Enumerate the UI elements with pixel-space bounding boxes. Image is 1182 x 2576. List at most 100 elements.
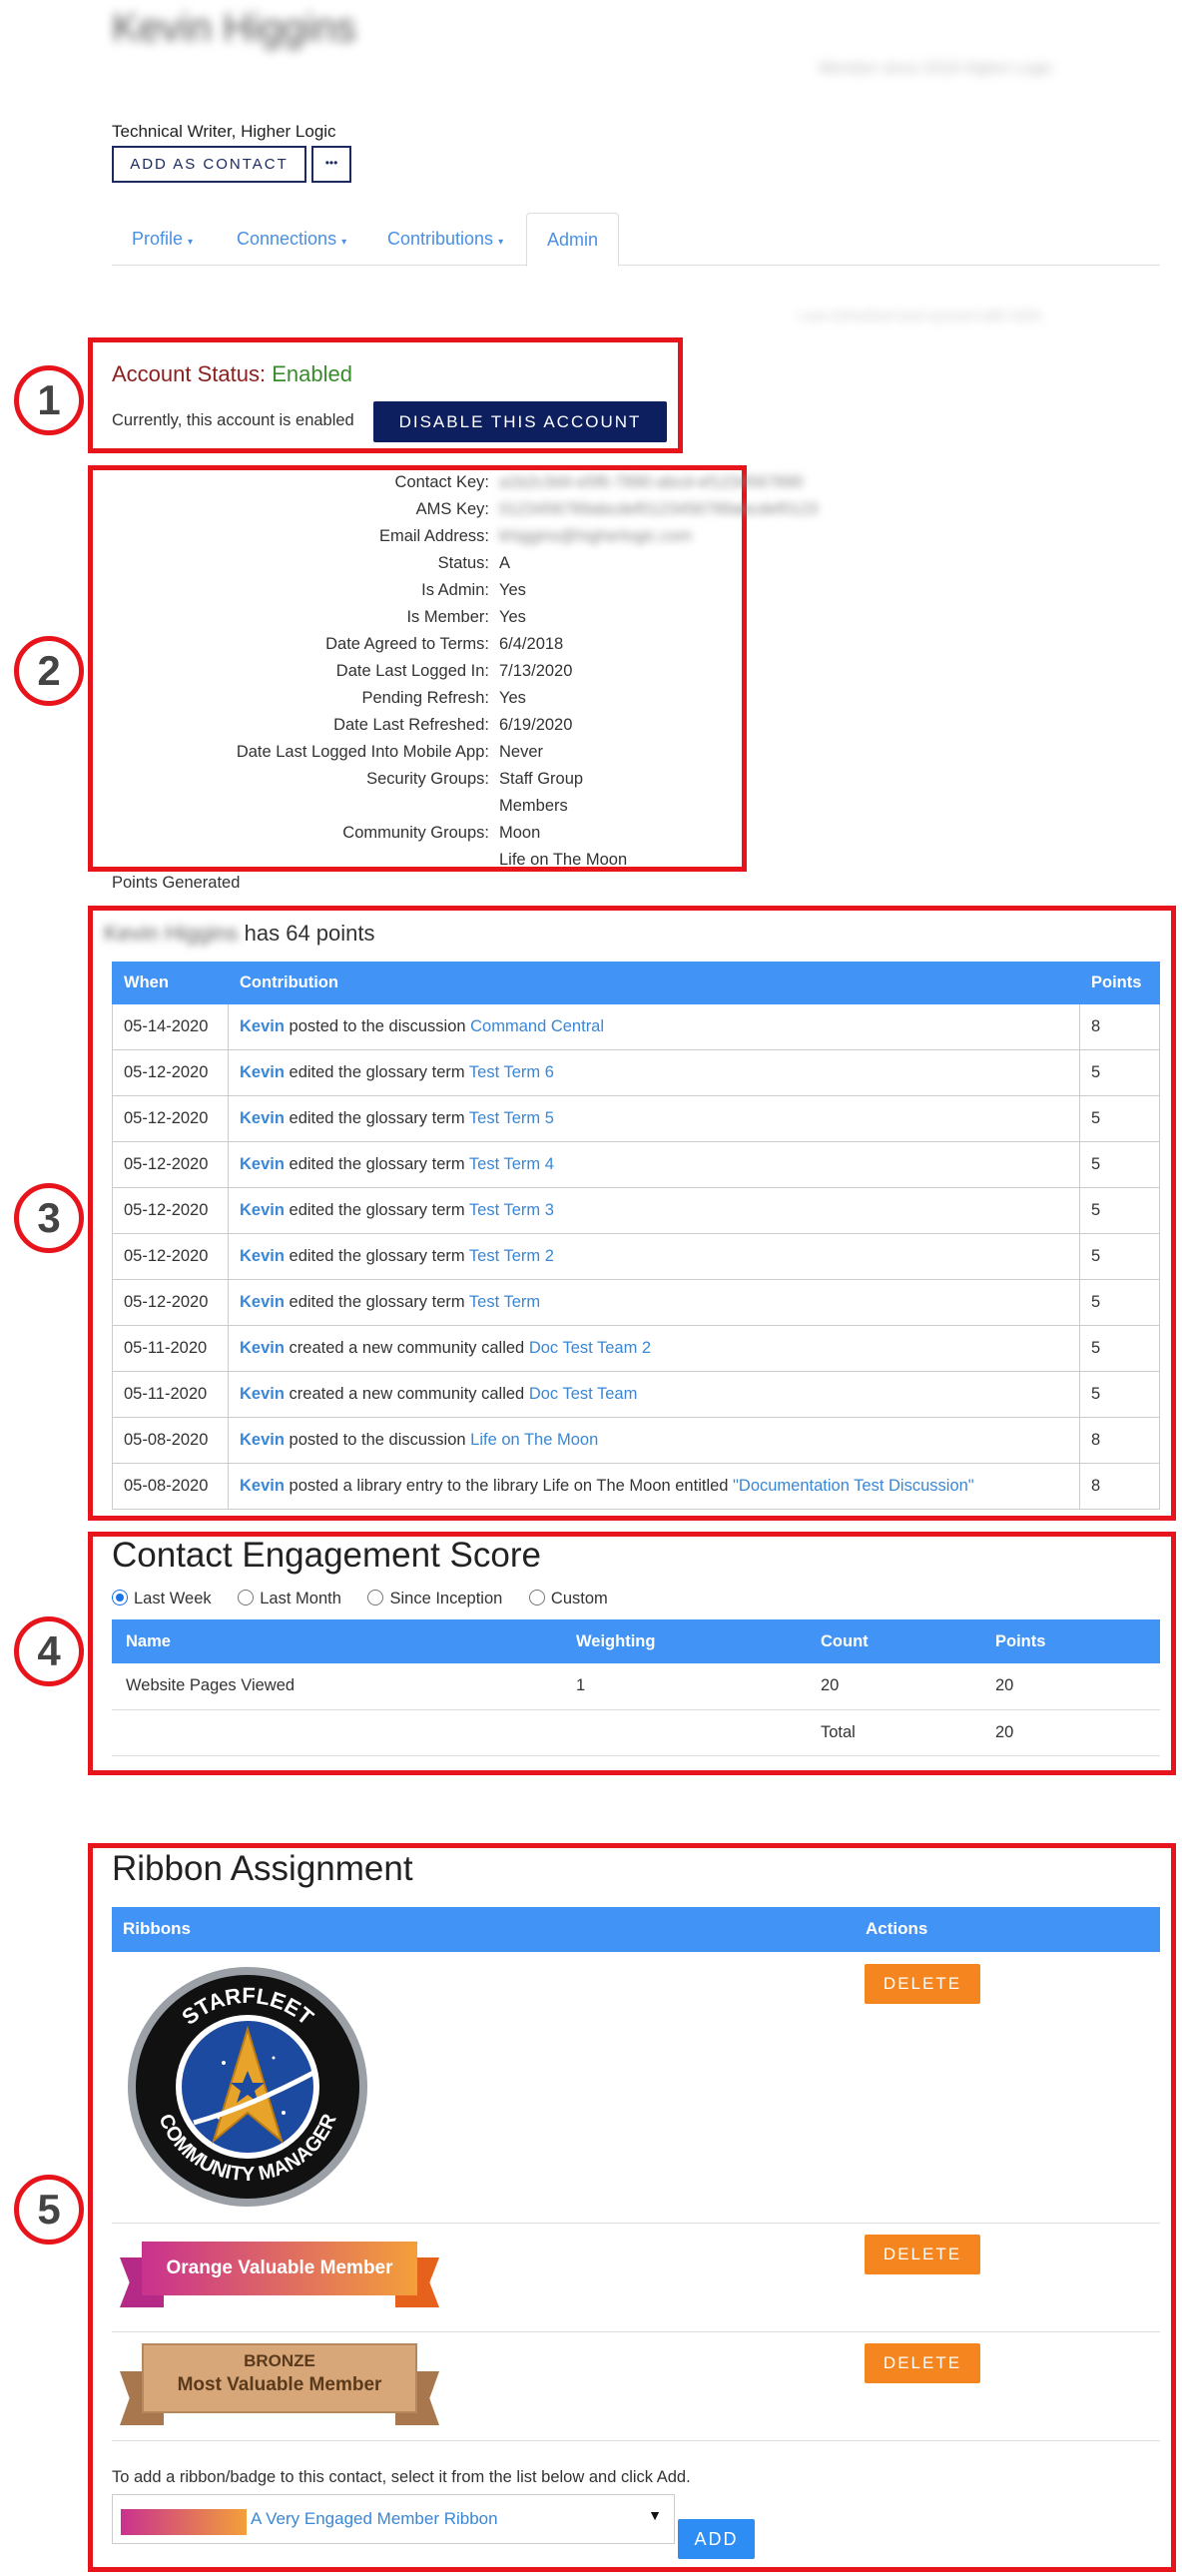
delete-ribbon-button[interactable]: DELETE	[865, 1964, 980, 2004]
detail-row: Date Last Refreshed: 6/19/2020	[112, 716, 741, 743]
profile-title: Technical Writer, Higher Logic	[112, 122, 336, 141]
user-link[interactable]: Kevin	[240, 1477, 285, 1495]
chevron-down-icon: ▼	[648, 2507, 662, 2523]
annotation-5: 5	[14, 2175, 84, 2245]
delete-ribbon-button[interactable]: DELETE	[865, 2235, 980, 2274]
cell-points: 8	[1079, 1463, 1160, 1510]
ribbon-title: Ribbon Assignment	[112, 1849, 413, 1888]
radio-selected-icon	[112, 1590, 128, 1606]
target-link[interactable]: Test Term 4	[469, 1155, 554, 1173]
add-contact-button[interactable]: ADD AS CONTACT	[112, 146, 306, 183]
user-link[interactable]: Kevin	[240, 1155, 285, 1173]
cell-when: 05-12-2020	[112, 1279, 229, 1326]
action-text: edited the glossary term	[284, 1063, 469, 1081]
cell-contribution: Kevin created a new community called Doc…	[228, 1371, 1080, 1418]
target-link[interactable]: Test Term 2	[469, 1247, 554, 1265]
account-note: Currently, this account is enabled	[112, 411, 354, 429]
detail-value: Life on The Moon	[499, 851, 628, 869]
user-link[interactable]: Kevin	[240, 1247, 285, 1265]
target-link[interactable]: Doc Test Team	[529, 1385, 638, 1403]
target-link[interactable]: "Documentation Test Discussion"	[733, 1477, 974, 1495]
caret-down-icon: ▾	[498, 237, 504, 248]
action-text: edited the glossary term	[284, 1201, 469, 1219]
detail-row: Status: A	[112, 554, 741, 581]
cell-points: 5	[1079, 1187, 1160, 1234]
detail-label: AMS Key:	[415, 500, 489, 518]
target-link[interactable]: Doc Test Team 2	[529, 1339, 651, 1357]
cell-points: 5	[1079, 1325, 1160, 1372]
delete-ribbon-button[interactable]: DELETE	[865, 2343, 980, 2383]
target-link[interactable]: Command Central	[470, 1017, 604, 1035]
user-link[interactable]: Kevin	[240, 1017, 285, 1035]
target-link[interactable]: Test Term 5	[469, 1109, 554, 1127]
detail-label: Date Agreed to Terms:	[325, 635, 489, 653]
cell-weighting: 1	[562, 1663, 807, 1710]
user-link[interactable]: Kevin	[240, 1339, 285, 1357]
detail-row: Date Last Logged In: 7/13/2020	[112, 662, 741, 689]
radio-icon	[367, 1590, 384, 1606]
detail-value: Yes	[499, 608, 526, 626]
detail-label: Email Address:	[378, 527, 489, 545]
annotation-2: 2	[14, 636, 84, 706]
disable-account-button[interactable]: DISABLE THIS ACCOUNT	[373, 401, 667, 442]
tab-profile[interactable]: Profile ▾	[112, 213, 213, 266]
detail-value: khiggins@higherlogic.com	[499, 527, 692, 545]
detail-value: Yes	[499, 581, 526, 599]
detail-row: Contact Key: a1b2c3d4-e5f6-7890-abcd-ef12…	[112, 473, 804, 500]
cell-when: 05-12-2020	[112, 1141, 229, 1188]
tab-connections[interactable]: Connections ▾	[217, 213, 366, 266]
range-since-inception[interactable]: Since Inception	[367, 1590, 502, 1608]
ribbon-instructions: To add a ribbon/badge to this contact, s…	[112, 2468, 691, 2486]
detail-value: Staff Group	[499, 770, 584, 788]
cell-when: 05-12-2020	[112, 1233, 229, 1280]
add-ribbon-button[interactable]: ADD	[678, 2519, 755, 2559]
target-link[interactable]: Life on The Moon	[470, 1431, 598, 1449]
user-link[interactable]: Kevin	[240, 1109, 285, 1127]
detail-value: 0123456789abcdef0123456789abcdef0123	[499, 500, 819, 518]
user-link[interactable]: Kevin	[240, 1063, 285, 1081]
user-link[interactable]: Kevin	[240, 1293, 285, 1311]
ribbon-select[interactable]: A Very Engaged Member Ribbon ▼	[112, 2494, 675, 2544]
table-row: 05-11-2020 Kevin created a new community …	[112, 1325, 1160, 1372]
cell-when: 05-11-2020	[112, 1325, 229, 1372]
cell-contribution: Kevin edited the glossary term Test Term…	[228, 1187, 1080, 1234]
detail-row: AMS Key: 0123456789abcdef0123456789abcdef…	[112, 500, 819, 527]
target-link[interactable]: Test Term 3	[469, 1201, 554, 1219]
tab-admin[interactable]: Admin	[526, 213, 620, 267]
user-link[interactable]: Kevin	[240, 1431, 285, 1449]
action-text: edited the glossary term	[284, 1247, 469, 1265]
table-row: 05-12-2020 Kevin edited the glossary term…	[112, 1233, 1160, 1280]
col-points: Points	[981, 1619, 1160, 1663]
col-ribbons: Ribbons	[123, 1919, 191, 1938]
col-contribution: Contribution	[228, 962, 1080, 1004]
user-link[interactable]: Kevin	[240, 1385, 285, 1403]
radio-icon	[528, 1590, 545, 1606]
target-link[interactable]: Test Term	[469, 1293, 540, 1311]
bronze-top-text: BRONZE	[244, 2351, 315, 2370]
annotation-3: 3	[14, 1183, 84, 1253]
bronze-ribbon: BRONZE Most Valuable Member	[120, 2341, 439, 2437]
range-custom[interactable]: Custom	[528, 1590, 608, 1608]
cell-contribution: Kevin edited the glossary term Test Term…	[228, 1233, 1080, 1280]
profile-tabs: Profile ▾ Connections ▾ Contributions ▾ …	[112, 213, 1160, 267]
detail-value: Never	[499, 743, 544, 761]
detail-label: Community Groups:	[342, 824, 489, 842]
action-text: posted to the discussion	[284, 1017, 471, 1035]
ribbon-band: Orange Valuable Member	[142, 2242, 417, 2295]
cell-when: 05-12-2020	[112, 1049, 229, 1096]
more-options-button[interactable]: •••	[311, 146, 351, 183]
range-last-month[interactable]: Last Month	[238, 1590, 341, 1608]
ribbon-table-header: Ribbons Actions	[112, 1907, 1160, 1952]
range-last-week[interactable]: Last Week	[112, 1590, 212, 1608]
account-status: Account Status: Enabled	[112, 361, 352, 386]
cell-points: 5	[1079, 1279, 1160, 1326]
orange-ribbon: Orange Valuable Member	[120, 2234, 439, 2315]
tab-contributions[interactable]: Contributions ▾	[367, 213, 523, 266]
user-link[interactable]: Kevin	[240, 1201, 285, 1219]
total-points: 20	[981, 1709, 1160, 1756]
target-link[interactable]: Test Term 6	[469, 1063, 554, 1081]
detail-value: a1b2c3d4-e5f6-7890-abcd-ef1234567890	[499, 473, 804, 491]
cell-count: 20	[807, 1663, 981, 1710]
caret-down-icon: ▾	[341, 237, 347, 248]
detail-label: Date Last Logged Into Mobile App:	[236, 743, 489, 761]
